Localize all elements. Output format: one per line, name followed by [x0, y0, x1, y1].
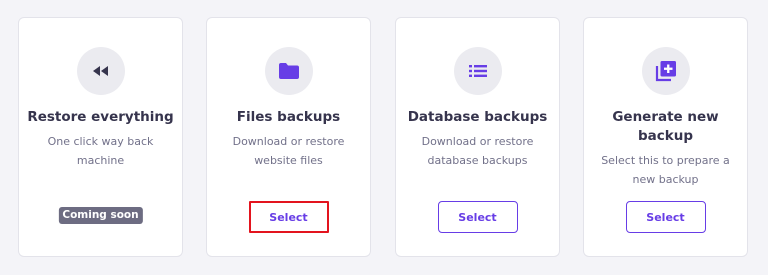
files-backups-card: Files backups Download or restore websit…: [206, 17, 371, 257]
folder-icon: [278, 63, 299, 79]
files-backups-select-button[interactable]: Select: [248, 201, 329, 233]
card-title: Database backups: [407, 109, 548, 125]
add-copy-icon: [655, 61, 676, 82]
card-description-line: Download or restore: [232, 135, 345, 148]
list-icon-circle: [453, 47, 502, 95]
card-title: Restore everything: [27, 109, 174, 125]
card-title: Files backups: [236, 109, 341, 125]
database-backups-select-button[interactable]: Select: [437, 201, 518, 233]
add-copy-icon-circle: [641, 47, 690, 95]
restore-everything-card: Restore everything One click way back ma…: [18, 17, 183, 257]
generate-new-backup-card: Generate new backup Select this to prepa…: [583, 17, 748, 257]
database-backups-card: Database backups Download or restore dat…: [395, 17, 560, 257]
card-title-line: backup: [637, 128, 694, 144]
card-description-line: machine: [76, 154, 125, 167]
coming-soon-badge: Coming soon: [58, 207, 143, 224]
card-description-line: database backups: [427, 154, 528, 167]
card-description-line: Select this to prepare a: [601, 154, 730, 167]
list-icon: [468, 65, 487, 77]
rewind-icon: [92, 66, 108, 76]
card-description-line: website files: [254, 154, 323, 167]
card-description-line: One click way back: [47, 135, 154, 148]
card-title-line: Generate new: [612, 109, 719, 125]
card-description-line: Download or restore: [421, 135, 534, 148]
generate-backup-select-button[interactable]: Select: [625, 201, 706, 233]
card-description-line: new backup: [632, 173, 699, 186]
rewind-icon-circle: [76, 47, 125, 95]
folder-icon-circle: [264, 47, 313, 95]
